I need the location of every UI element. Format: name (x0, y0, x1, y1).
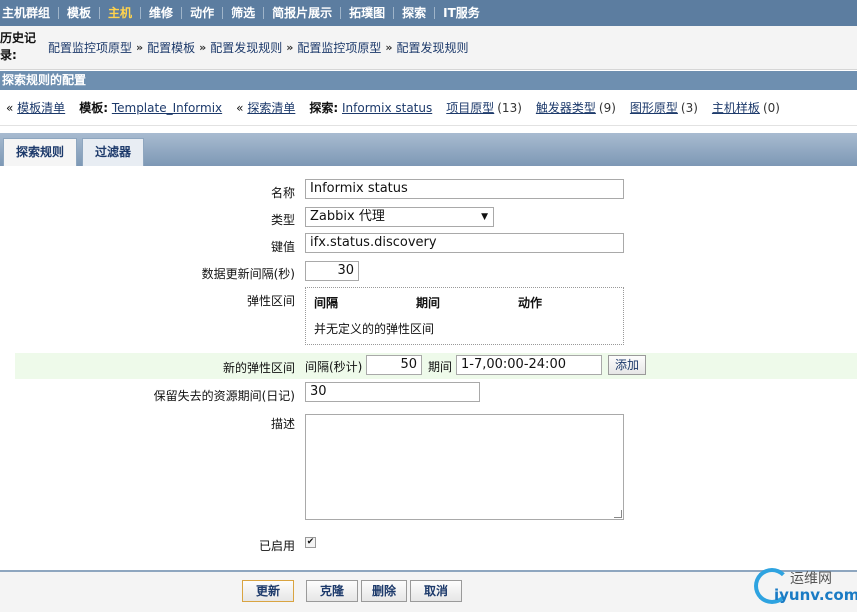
add-flex-button[interactable]: 添加 (608, 355, 646, 375)
history-separator: » (385, 41, 393, 54)
section-title: 探索规则的配置 (0, 71, 857, 90)
new-flex-period-label: 期间 (428, 360, 453, 374)
history-link[interactable]: 配置监控项原型 (297, 39, 381, 56)
history-items: 配置监控项原型 » 配置模板 » 配置发现规则 » 配置监控项原型 » 配置发现… (48, 39, 469, 56)
delete-button[interactable]: 删除 (361, 580, 407, 602)
tab-discovery-rule[interactable]: 探索规则 (3, 138, 78, 166)
description-textarea[interactable] (305, 414, 624, 520)
watermark-cn: 运维网 (790, 571, 832, 587)
discovery-rule-form: 名称 Informix status 类型 Zabbix 代理 ▼ 键值 ifx… (0, 166, 857, 570)
nav-hosts[interactable]: 主机 (100, 0, 140, 26)
flex-empty-message: 并无定义的的弹性区间 (314, 322, 435, 336)
nav-maps[interactable]: 拓璞图 (341, 0, 393, 26)
history-link[interactable]: 配置监控项原型 (48, 39, 132, 56)
clone-button[interactable]: 克隆 (306, 580, 358, 602)
history-bar: 历史记录: 配置监控项原型 » 配置模板 » 配置发现规则 » 配置监控项原型 … (0, 26, 857, 70)
history-separator: » (199, 41, 207, 54)
host-prototypes-count: (0) (762, 100, 780, 115)
enabled-label: 已启用 (258, 539, 295, 553)
template-label: 模板: (79, 101, 108, 115)
dropdown-arrow-icon: ▼ (481, 212, 488, 222)
nav-templates[interactable]: 模板 (59, 0, 99, 26)
key-input[interactable]: ifx.status.discovery (305, 233, 624, 253)
flex-intervals-label: 弹性区间 (246, 294, 295, 308)
back-marker: « (236, 100, 244, 115)
new-flex-interval-input[interactable]: 50 (366, 355, 422, 375)
name-input[interactable]: Informix status (305, 179, 624, 199)
nav-discovery[interactable]: 探索 (394, 0, 434, 26)
new-flex-period-input[interactable]: 1-7,00:00-24:00 (456, 355, 602, 375)
discovery-info-bar: « 模板清单 模板: Template_Informix « 探索清单 探索: … (0, 90, 857, 126)
item-prototypes-count: (13) (497, 100, 522, 115)
history-separator: » (136, 41, 144, 54)
flex-header-interval: 间隔 (314, 296, 339, 310)
type-label: 类型 (270, 213, 295, 227)
lifetime-label: 保留失去的资源期间(日记) (153, 389, 295, 403)
new-flex-interval-label: 间隔(秒计) (305, 360, 363, 374)
form-actions: 更新 克隆 删除 取消 (0, 570, 857, 612)
tab-filters[interactable]: 过滤器 (82, 138, 145, 166)
back-marker: « (6, 100, 14, 115)
cancel-button[interactable]: 取消 (410, 580, 462, 602)
trigger-prototypes-link[interactable]: 触发器类型 (536, 99, 596, 116)
type-select-value: Zabbix 代理 (310, 209, 385, 224)
new-flex-label: 新的弹性区间 (222, 361, 295, 375)
history-link[interactable]: 配置模板 (147, 39, 195, 56)
top-navigation: 主机群组 模板 主机 维修 动作 筛选 简报片展示 拓璞图 探索 IT服务 (0, 0, 857, 26)
key-label: 键值 (270, 240, 295, 254)
flex-intervals-table: 间隔 期间 动作 并无定义的的弹性区间 (305, 287, 624, 345)
history-separator: » (286, 41, 294, 54)
discovery-label: 探索: (309, 101, 339, 115)
lifetime-input[interactable]: 30 (305, 382, 480, 402)
nav-actions[interactable]: 动作 (182, 0, 222, 26)
graph-prototypes-count: (3) (680, 100, 698, 115)
update-button[interactable]: 更新 (242, 580, 294, 602)
host-prototypes-link[interactable]: 主机样板 (712, 99, 760, 116)
nav-maintenance[interactable]: 维修 (141, 0, 181, 26)
history-label: 历史记录: (0, 31, 37, 62)
nav-screening[interactable]: 筛选 (223, 0, 263, 26)
flex-header-action: 动作 (518, 296, 543, 310)
enabled-checkbox[interactable]: ✔ (305, 537, 316, 548)
discovery-list-link[interactable]: 探索清单 (247, 99, 295, 116)
template-list-link[interactable]: 模板清单 (17, 99, 65, 116)
type-select[interactable]: Zabbix 代理 ▼ (305, 207, 494, 227)
interval-label: 数据更新间隔(秒) (201, 267, 295, 281)
description-label: 描述 (270, 417, 295, 431)
tab-bar: 探索规则 过滤器 (0, 133, 857, 166)
watermark-en: iyunv.com (774, 586, 857, 604)
nav-it-services[interactable]: IT服务 (435, 0, 488, 26)
trigger-prototypes-count: (9) (598, 100, 616, 115)
discovery-name-link[interactable]: Informix status (342, 101, 432, 115)
history-link[interactable]: 配置发现规则 (210, 39, 282, 56)
resize-grip-icon[interactable] (614, 510, 622, 518)
checkmark-icon: ✔ (306, 537, 315, 547)
interval-input[interactable]: 30 (305, 261, 359, 281)
flex-header-period: 期间 (416, 296, 441, 310)
template-name-link[interactable]: Template_Informix (112, 101, 222, 115)
name-label: 名称 (270, 186, 295, 200)
history-link[interactable]: 配置发现规则 (397, 39, 469, 56)
watermark-logo: 运维网 iyunv.com (752, 566, 857, 608)
nav-slide-shows[interactable]: 简报片展示 (264, 0, 340, 26)
item-prototypes-link[interactable]: 项目原型 (446, 99, 494, 116)
nav-host-groups[interactable]: 主机群组 (0, 0, 58, 26)
graph-prototypes-link[interactable]: 图形原型 (630, 99, 678, 116)
